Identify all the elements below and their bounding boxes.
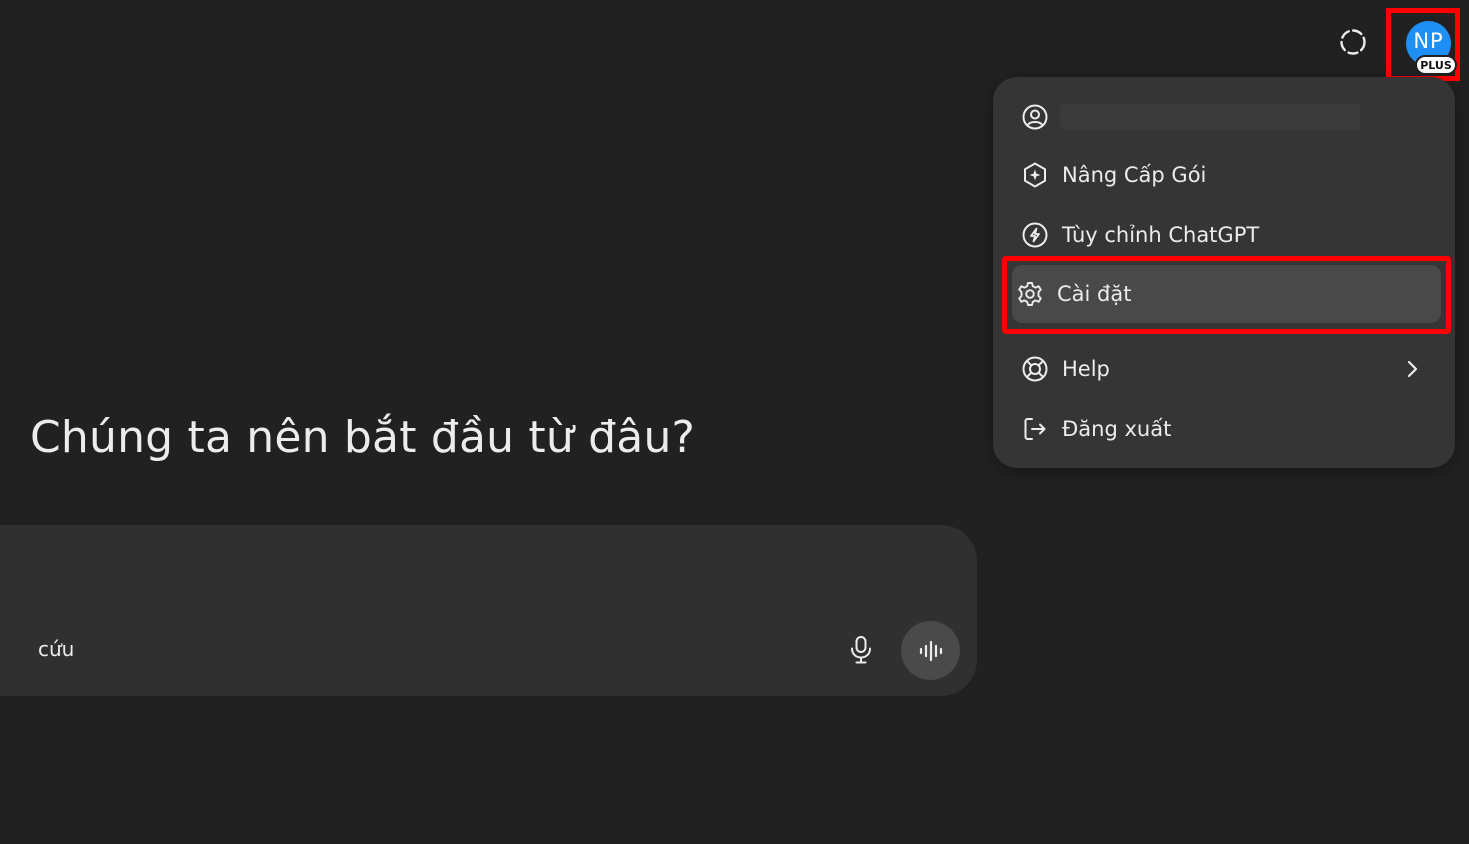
dashed-circle-icon [1340, 29, 1366, 55]
menu-item-help[interactable]: Help [1011, 343, 1435, 395]
menu-item-label: Đăng xuất [1062, 417, 1172, 441]
sparkle-hexagon-icon [1021, 161, 1049, 189]
composer[interactable] [0, 525, 977, 696]
voice-waveform-icon [919, 640, 942, 661]
menu-item-upgrade[interactable]: Nâng Cấp Gói [1011, 149, 1435, 201]
customize-icon [1021, 221, 1049, 249]
account-email-redacted [1060, 104, 1360, 130]
voice-mode-button[interactable] [901, 621, 960, 680]
composer-tool-button[interactable]: cứu [38, 637, 74, 661]
menu-item-settings[interactable]: Cài đặt [1002, 256, 1451, 334]
menu-item-label: Nâng Cấp Gói [1062, 163, 1207, 187]
page-title: Chúng ta nên bắt đầu từ đâu? [30, 412, 696, 463]
dictate-button[interactable] [843, 632, 879, 668]
chat-page: NP PLUS Nâng Cấp Gói Tùy chỉnh ChatGPT C… [0, 0, 1469, 844]
profile-menu: Nâng Cấp Gói Tùy chỉnh ChatGPT Cài đặt H… [993, 77, 1455, 468]
chevron-right-icon [1407, 360, 1418, 378]
logout-icon [1021, 415, 1049, 443]
menu-item-label: Tùy chỉnh ChatGPT [1062, 223, 1260, 247]
temporary-chat-button[interactable] [1334, 23, 1372, 61]
menu-item-settings-highlight[interactable]: Cài đặt [1012, 265, 1441, 323]
menu-item-label: Help [1062, 357, 1110, 381]
user-circle-icon [1021, 103, 1049, 131]
menu-item-customize[interactable]: Tùy chỉnh ChatGPT [1011, 209, 1435, 261]
menu-item-label: Cài đặt [1057, 282, 1132, 306]
menu-item-account[interactable] [1011, 91, 1435, 143]
menu-item-logout[interactable]: Đăng xuất [1011, 403, 1435, 455]
plan-badge: PLUS [1415, 55, 1457, 75]
gear-icon [1016, 280, 1044, 308]
lifebuoy-icon [1021, 355, 1049, 383]
profile-button[interactable]: NP PLUS [1386, 8, 1460, 81]
microphone-icon [851, 636, 871, 664]
